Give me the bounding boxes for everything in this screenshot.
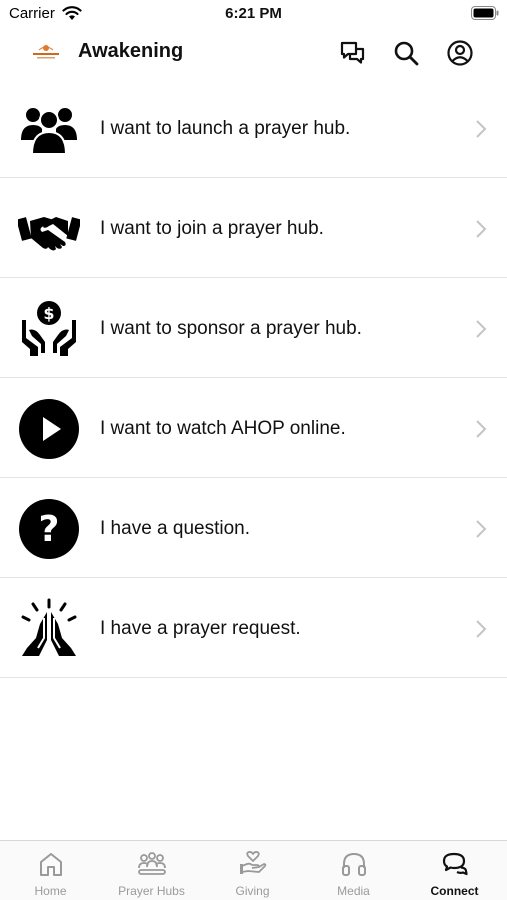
status-bar: Carrier 6:21 PM <box>0 0 507 28</box>
awakening-logo <box>30 42 62 62</box>
list-item-sponsor-hub[interactable]: $ I want to sponsor a prayer hub. <box>0 278 507 378</box>
tab-label: Prayer Hubs <box>118 884 185 898</box>
user-profile-icon[interactable] <box>445 38 475 68</box>
option-label: I have a question. <box>100 518 250 539</box>
list-item-watch-ahop[interactable]: I want to watch AHOP online. <box>0 378 507 478</box>
tab-label: Connect <box>430 884 479 898</box>
option-label: I want to join a prayer hub. <box>100 218 324 239</box>
svg-text:?: ? <box>39 509 60 550</box>
svg-text:$: $ <box>43 304 54 323</box>
list-item-question[interactable]: ? I have a question. <box>0 478 507 578</box>
handshake-icon <box>18 198 80 260</box>
hands-dollar-icon: $ <box>18 298 80 360</box>
tab-home[interactable]: Home <box>0 841 101 900</box>
tab-prayer-hubs[interactable]: Prayer Hubs <box>101 841 202 900</box>
chevron-right-icon <box>474 218 488 240</box>
tab-giving[interactable]: Giving <box>202 841 303 900</box>
app-header: Awakening <box>0 28 507 78</box>
option-label: I want to watch AHOP online. <box>100 418 346 439</box>
connect-options-list: I want to launch a prayer hub. I want to… <box>0 78 507 678</box>
prayer-hubs-icon <box>137 850 167 878</box>
play-circle-icon <box>18 398 80 460</box>
praying-hands-icon <box>18 598 80 660</box>
list-item-launch-hub[interactable]: I want to launch a prayer hub. <box>0 78 507 178</box>
option-label: I want to sponsor a prayer hub. <box>100 318 362 339</box>
chevron-right-icon <box>474 318 488 340</box>
app-title: Awakening <box>78 40 184 62</box>
tab-label: Home <box>34 884 67 898</box>
tab-media[interactable]: Media <box>303 841 404 900</box>
question-circle-icon: ? <box>18 498 80 560</box>
battery-icon <box>471 6 499 20</box>
tab-connect[interactable]: Connect <box>404 841 505 900</box>
home-icon <box>36 850 66 878</box>
headphones-icon <box>339 850 369 878</box>
tab-label: Giving <box>235 884 270 898</box>
people-group-icon <box>18 98 80 160</box>
chat-bubbles-icon[interactable] <box>338 38 368 68</box>
tab-label: Media <box>337 884 370 898</box>
status-time: 6:21 PM <box>225 5 282 22</box>
chevron-right-icon <box>474 118 488 140</box>
chevron-right-icon <box>474 618 488 640</box>
option-label: I have a prayer request. <box>100 618 301 639</box>
giving-hand-heart-icon <box>238 850 268 878</box>
chat-bubbles-icon <box>440 850 470 878</box>
chevron-right-icon <box>474 418 488 440</box>
option-label: I want to launch a prayer hub. <box>100 118 351 139</box>
search-icon[interactable] <box>391 38 421 68</box>
list-item-prayer-request[interactable]: I have a prayer request. <box>0 578 507 678</box>
chevron-right-icon <box>474 518 488 540</box>
list-item-join-hub[interactable]: I want to join a prayer hub. <box>0 178 507 278</box>
bottom-tab-bar: Home Prayer Hubs Giving Media Connect <box>0 840 507 900</box>
